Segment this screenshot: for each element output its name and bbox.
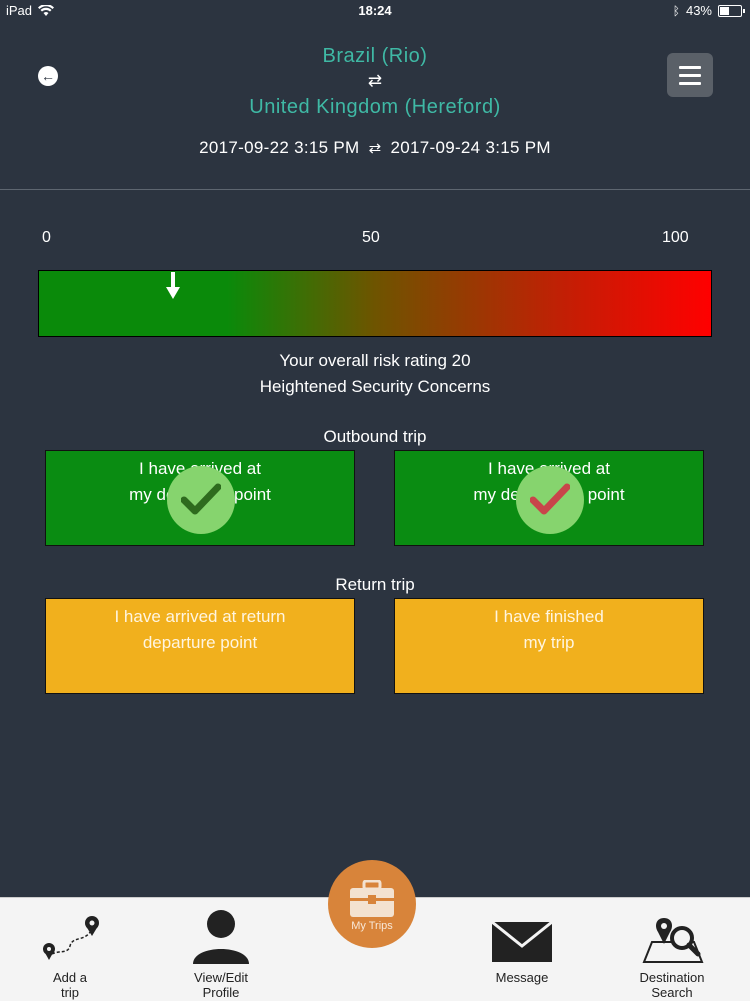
risk-rating-text: Your overall risk rating 20 <box>279 351 471 370</box>
trip-dates: 2017-09-22 3:15 PM ⇄ 2017-09-24 3:15 PM <box>0 138 750 158</box>
risk-gradient-bar <box>38 270 712 337</box>
bluetooth-icon: ᛒ <box>672 3 680 18</box>
menu-button[interactable] <box>667 53 713 97</box>
hamburger-icon-bar <box>679 82 701 85</box>
hamburger-icon-bar <box>679 74 701 77</box>
battery-percent: 43% <box>685 3 712 18</box>
nav-message-label: Message <box>495 970 549 985</box>
swap-icon: ⇄ <box>367 71 383 90</box>
nav-add-trip[interactable]: Add a trip <box>0 898 140 1001</box>
tile-line1: I have finished <box>494 607 604 626</box>
checkmark-icon <box>167 466 235 534</box>
status-right: ᛒ 43% <box>672 3 745 18</box>
scale-tick-100: 100 <box>662 229 689 246</box>
envelope-icon <box>492 922 552 962</box>
checkmark-icon <box>516 466 584 534</box>
nav-view-profile[interactable]: View/Edit Profile <box>151 898 291 1001</box>
outbound-label: Outbound trip <box>323 427 427 446</box>
user-icon <box>193 910 249 964</box>
nav-add-trip-label: Add a trip <box>53 970 87 1000</box>
finished-trip-tile[interactable]: I have finished my trip <box>394 598 704 694</box>
scale-tick-0: 0 <box>42 229 51 246</box>
route-pin-icon <box>43 916 99 960</box>
map-search-icon <box>642 918 704 963</box>
return-datetime: 2017-09-24 3:15 PM <box>390 138 551 157</box>
my-trips-label: My Trips <box>351 920 393 932</box>
nav-message[interactable]: Message <box>452 898 592 1001</box>
nav-view-profile-label: View/Edit Profile <box>194 970 248 1000</box>
risk-pointer-icon <box>166 272 180 299</box>
nav-destination-search[interactable]: Destination Search <box>602 898 742 1001</box>
nav-destination-search-label: Destination Search <box>639 970 705 1000</box>
destination-location: United Kingdom (Hereford) <box>249 96 501 118</box>
status-bar: iPad 18:24 ᛒ 43% <box>0 0 750 22</box>
briefcase-icon <box>350 880 394 917</box>
risk-level-text: Heightened Security Concerns <box>259 377 491 396</box>
scale-tick-50: 50 <box>362 229 380 246</box>
status-time: 18:24 <box>358 3 392 18</box>
battery-icon <box>718 4 745 17</box>
hamburger-icon <box>679 66 701 69</box>
tile-line1: I have arrived at return <box>114 607 286 626</box>
return-label: Return trip <box>335 575 415 594</box>
depart-datetime: 2017-09-22 3:15 PM <box>199 138 360 157</box>
origin-location: Brazil (Rio) <box>322 45 428 67</box>
swap-dates-icon: ⇄ <box>368 140 382 157</box>
my-trips-button[interactable]: My Trips <box>328 860 416 948</box>
tile-line2: departure point <box>142 633 258 652</box>
tile-line2: my trip <box>523 633 575 652</box>
header-divider <box>0 189 750 190</box>
return-departure-tile[interactable]: I have arrived at return departure point <box>45 598 355 694</box>
